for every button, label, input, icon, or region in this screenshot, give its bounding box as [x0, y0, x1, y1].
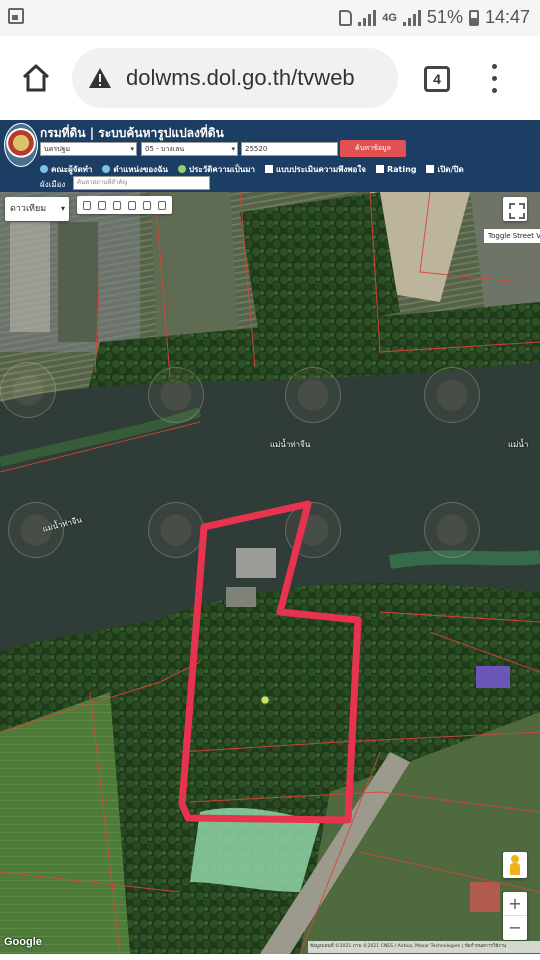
zoom-control: + −	[503, 892, 527, 940]
rectangle-tool-icon[interactable]	[157, 200, 166, 210]
google-logo: Google	[4, 936, 42, 948]
document-icon	[265, 165, 274, 173]
clock: 14:47	[484, 7, 530, 27]
fullscreen-button[interactable]	[503, 197, 527, 221]
place-search-input[interactable]: ค้นหาสถานที่สำคัญ	[73, 176, 210, 190]
web-page: กรมที่ดิน | ระบบค้นหารูปแปลงที่ดิน นครปฐ…	[0, 120, 540, 954]
rating-checkbox[interactable]	[375, 165, 384, 173]
nav-survey-label: แบบประเมินความพึงพอใจ	[276, 164, 366, 174]
nav-officials-label: คณะผู้จัดทำ	[51, 164, 93, 174]
globe-icon	[102, 165, 111, 173]
pegman-icon[interactable]	[503, 852, 527, 878]
people-icon	[40, 165, 48, 173]
sim-icon	[339, 9, 353, 26]
zoom-in-button[interactable]: +	[503, 892, 527, 916]
overflow-menu-icon[interactable]	[489, 64, 499, 94]
signal-icon-1	[358, 9, 377, 26]
battery-icon	[468, 9, 479, 26]
status-bar: 4G 51% 14:47	[0, 0, 540, 36]
province-select[interactable]: นครปฐม	[40, 142, 137, 156]
site-header: กรมที่ดิน | ระบบค้นหารูปแปลงที่ดิน นครปฐ…	[0, 120, 540, 192]
map-type-select[interactable]: ดาวเทียม	[5, 197, 69, 221]
plot-outline-layer	[178, 500, 362, 824]
nav-history[interactable]: ประวัติความเป็นมา	[178, 163, 255, 176]
district-select[interactable]: 05 - บางเลน	[141, 142, 238, 156]
zoom-out-button[interactable]: −	[503, 916, 527, 940]
map-attribution: ข้อมูลแผนที่ ©2021 ภาพ ©2021 CNES / Airb…	[308, 941, 540, 953]
nav-rating-label: Rating	[386, 164, 417, 174]
status-icons: 4G 51% 14:47	[339, 7, 530, 28]
leaf-icon	[178, 165, 186, 173]
nav-toggle[interactable]: เปิด/ปิด	[426, 163, 464, 176]
satellite-map[interactable]: แม่น้ำท่าจีน แม่น้ำท่าจีน แม่น้ำ ดาวเทีย…	[0, 192, 540, 954]
polyline-tool-icon[interactable]	[113, 200, 122, 210]
network-type: 4G	[382, 11, 397, 24]
gallery-notification-icon	[8, 8, 24, 24]
battery-percent: 51%	[426, 7, 463, 27]
nav-my-location[interactable]: ตำแหน่งของฉัน	[102, 163, 168, 176]
highlighted-plot-outline	[178, 500, 362, 824]
circle-tool-icon[interactable]	[142, 200, 151, 210]
site-nav: คณะผู้จัดทำ ตำแหน่งของฉัน ประวัติความเป็…	[40, 162, 464, 176]
parcel-number-input[interactable]: 25520	[241, 142, 338, 156]
search-button[interactable]: ค้นหาข้อมูล	[340, 140, 406, 157]
overlay-label: ผังเมือง	[40, 180, 66, 189]
department-logo	[4, 123, 38, 167]
warning-icon[interactable]	[88, 67, 112, 89]
address-bar[interactable]: dolwms.dol.go.th/tvweb	[72, 48, 398, 108]
tab-switcher-button[interactable]: 4	[424, 66, 450, 92]
drawing-toolbar	[77, 196, 172, 214]
home-icon[interactable]	[20, 62, 52, 94]
browser-toolbar: dolwms.dol.go.th/tvweb 4	[0, 36, 540, 120]
river-label: แม่น้ำ	[508, 440, 529, 449]
nav-my-location-label: ตำแหน่งของฉัน	[113, 164, 168, 174]
site-title: กรมที่ดิน | ระบบค้นหารูปแปลงที่ดิน	[40, 126, 224, 140]
nav-survey[interactable]: แบบประเมินความพึงพอใจ	[265, 163, 366, 176]
hand-tool-icon[interactable]	[83, 200, 92, 210]
nav-rating[interactable]: Rating	[375, 164, 417, 174]
signal-icon-2	[402, 9, 421, 26]
nav-toggle-label: เปิด/ปิด	[437, 164, 464, 174]
marker-tool-icon[interactable]	[98, 200, 107, 210]
nav-history-label: ประวัติความเป็นมา	[189, 164, 256, 174]
toggle-street-view-button[interactable]: Toggle Street View	[484, 229, 540, 243]
nav-officials[interactable]: คณะผู้จัดทำ	[40, 163, 92, 176]
river-label: แม่น้ำท่าจีน	[270, 440, 311, 449]
plot-marker-icon[interactable]	[260, 695, 270, 705]
polygon-tool-icon[interactable]	[127, 200, 136, 210]
url-text[interactable]: dolwms.dol.go.th/tvweb	[126, 65, 355, 91]
toggle-checkbox[interactable]	[426, 165, 435, 173]
